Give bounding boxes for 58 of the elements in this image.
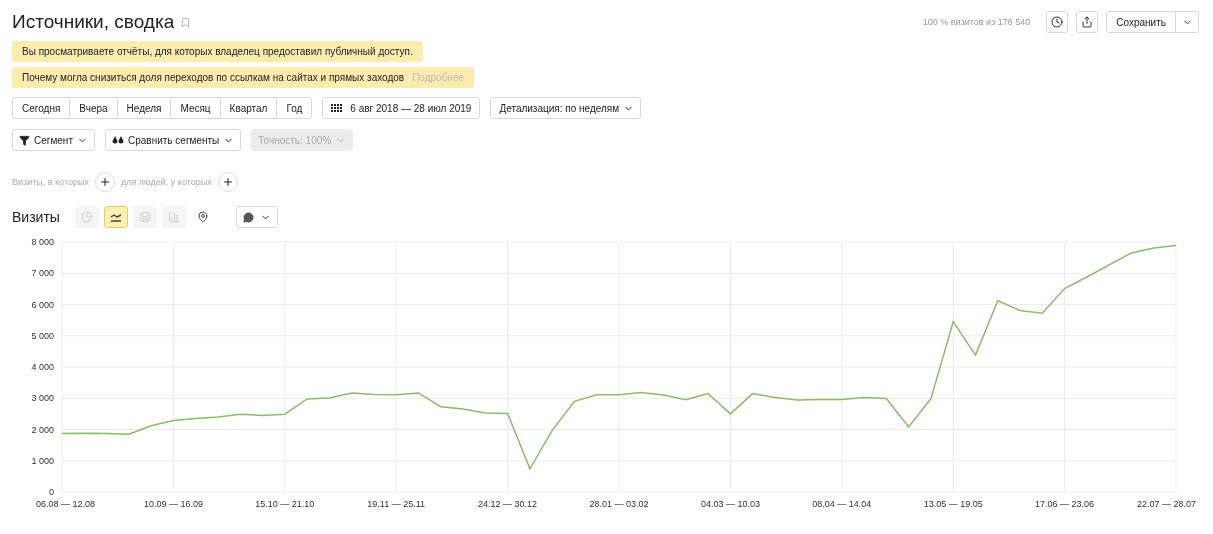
segment-dropdown[interactable]: Сегмент xyxy=(12,129,95,151)
y-axis-label: 1 000 xyxy=(31,455,54,466)
page-title: Источники, сводка xyxy=(12,11,175,33)
notice-text: Вы просматриваете отчёты, для которых владелец предоставил публичный доступ. xyxy=(22,46,413,57)
y-axis-label: 7 000 xyxy=(31,268,54,279)
detail-dropdown[interactable]: Детализация: по неделям xyxy=(490,97,642,119)
x-axis-label: 15.10 — 21.10 xyxy=(255,499,315,509)
bookmark-icon[interactable] xyxy=(180,16,192,28)
period-button[interactable]: Вчера xyxy=(69,97,118,119)
x-axis-label: 13.05 — 19.05 xyxy=(923,499,983,509)
comment-icon xyxy=(242,211,254,223)
x-axis-label: 06.08 — 12.08 xyxy=(36,499,96,509)
period-button[interactable]: Неделя xyxy=(116,97,172,119)
map-pin-icon xyxy=(196,211,209,223)
x-axis-label: 10.09 — 16.09 xyxy=(143,499,203,509)
line-chart-icon xyxy=(109,212,122,222)
share-icon xyxy=(1081,16,1094,28)
history-button[interactable] xyxy=(1046,11,1069,33)
x-axis-label: 04.03 — 10.03 xyxy=(700,499,760,509)
pie-chart-icon xyxy=(80,211,93,223)
y-axis-label: 8 000 xyxy=(31,237,54,247)
chart-type-button[interactable] xyxy=(103,206,128,228)
drops-icon xyxy=(112,135,124,145)
y-axis-label: 0 xyxy=(49,487,54,497)
y-axis-label: 2 000 xyxy=(31,424,54,435)
y-axis-label: 3 000 xyxy=(31,393,54,404)
annotations-dropdown[interactable] xyxy=(235,206,278,228)
period-button[interactable]: Год xyxy=(276,97,313,119)
y-axis-label: 5 000 xyxy=(31,330,54,341)
y-axis-label: 4 000 xyxy=(31,362,54,372)
filter-label: Визиты, в которых xyxy=(12,177,89,187)
x-axis-label: 19.11 — 25.11 xyxy=(367,499,426,509)
period-button[interactable]: Месяц xyxy=(170,97,221,119)
section-title: Визиты xyxy=(12,209,60,225)
bar-chart-icon xyxy=(167,211,180,223)
x-axis-label: 22.07 — 28.07 xyxy=(1136,499,1196,509)
clock-icon xyxy=(1051,16,1064,28)
filter-label: для людей, у которых xyxy=(120,177,212,187)
y-axis-label: 6 000 xyxy=(31,299,54,310)
date-range-button[interactable]: 6 авг 2018 — 28 июл 2019 xyxy=(322,97,481,119)
save-button[interactable]: Сохранить xyxy=(1107,12,1176,32)
add-filter-button[interactable] xyxy=(217,172,238,192)
segment-dropdown[interactable]: Сравнить сегменты xyxy=(105,129,242,151)
filter-icon xyxy=(19,134,30,146)
x-axis-label: 08.04 — 14.04 xyxy=(812,499,872,509)
plus-icon xyxy=(221,176,234,188)
x-axis-label: 28.01 — 03.02 xyxy=(589,499,649,509)
layers-icon xyxy=(138,211,151,223)
export-button[interactable] xyxy=(1076,11,1099,33)
add-filter-button[interactable] xyxy=(94,172,115,192)
x-axis-label: 17.06 — 23.06 xyxy=(1035,499,1095,509)
period-button[interactable]: Квартал xyxy=(219,97,278,119)
period-button[interactable]: Сегодня xyxy=(12,97,71,119)
calendar-icon xyxy=(331,104,343,112)
plus-icon xyxy=(98,176,111,188)
sample-info: 100 % визитов из 176 540 xyxy=(922,17,1031,27)
notice-text: Почему могла снизиться доля переходов по ссылкам на сайтах и прямых заходов xyxy=(22,72,405,83)
x-axis-label: 24.12 — 30.12 xyxy=(478,499,538,509)
